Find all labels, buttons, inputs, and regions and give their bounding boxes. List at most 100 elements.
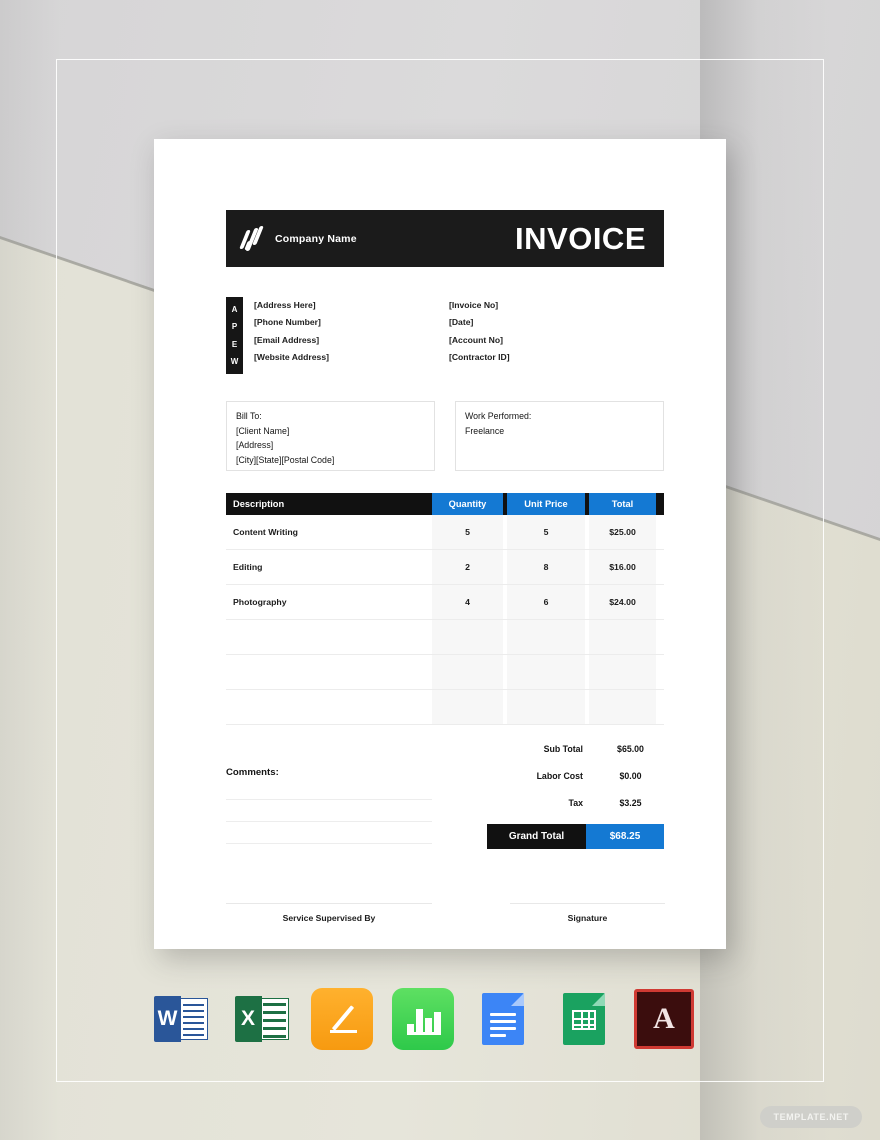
row-unit-price: 6 — [507, 585, 585, 620]
table-header-row: Description Quantity Unit Price Total — [226, 493, 664, 516]
row-description — [226, 690, 432, 724]
comments-line — [226, 821, 432, 823]
supervisor-signature-block: Service Supervised By — [226, 903, 432, 923]
row-quantity — [432, 620, 503, 655]
bill-to-heading: Bill To: — [236, 411, 262, 422]
row-total — [589, 620, 656, 655]
labor-cost-value: $0.00 — [619, 770, 642, 781]
contact-label-website: W — [230, 356, 239, 366]
contact-value-address: [Address Here] — [254, 300, 316, 310]
contact-value-website: [Website Address] — [254, 351, 329, 362]
signature-caption: Signature — [567, 913, 608, 924]
row-quantity: 4 — [432, 585, 503, 620]
grand-total-value: $68.25 — [586, 824, 664, 850]
column-header-total: Total — [589, 493, 656, 516]
subtotal-row: Sub Total $65.00 — [487, 735, 664, 762]
table-row: Photography 4 6 $24.00 — [226, 585, 664, 621]
work-performed-value: Freelance — [465, 425, 505, 436]
contact-label-address: A — [231, 305, 238, 314]
table-row: Editing 2 8 $16.00 — [226, 550, 664, 586]
contact-values: [Address Here] [Phone Number] [Email Add… — [254, 297, 329, 374]
table-row-empty — [226, 690, 664, 726]
contact-label-phone: P — [231, 322, 238, 332]
row-quantity — [432, 655, 503, 690]
apple-numbers-icon[interactable] — [391, 988, 454, 1050]
tax-value: $3.25 — [619, 797, 642, 808]
column-header-unit-price: Unit Price — [507, 493, 585, 516]
comments-label: Comments: — [226, 767, 279, 779]
bill-to-box: Bill To: [Client Name] [Address] [City][… — [226, 401, 435, 472]
row-description: Editing — [233, 562, 263, 573]
contact-label-email: E — [231, 339, 238, 349]
invoice-no: [Invoice No] — [448, 300, 499, 310]
row-total: $24.00 — [589, 585, 656, 620]
bar-chart-glyph — [406, 1005, 441, 1035]
work-performed-box: Work Performed: Freelance — [455, 401, 664, 472]
subtotal-value: $65.00 — [617, 743, 644, 754]
background-left-shading — [0, 0, 60, 1140]
microsoft-excel-icon[interactable]: X — [231, 988, 293, 1050]
company-name: Company Name — [275, 232, 357, 245]
contractor-id: [Contractor ID] — [448, 351, 510, 362]
diagonal-stripes-logo-icon — [239, 225, 266, 252]
row-total — [589, 655, 656, 690]
signature-row: Service Supervised By Signature — [226, 903, 665, 923]
column-header-quantity: Quantity — [432, 493, 503, 516]
tax-label: Tax — [568, 797, 583, 808]
invoice-meta-block: [Invoice No] [Date] [Account No] [Contra… — [449, 297, 510, 374]
contact-value-email: [Email Address] — [254, 334, 320, 345]
apple-pages-icon[interactable] — [311, 988, 373, 1050]
row-description: Photography — [233, 597, 287, 608]
invoice-content: Company Name INVOICE A P E W [Address He… — [226, 210, 665, 923]
subtotal-label: Sub Total — [543, 743, 583, 754]
row-unit-price: 8 — [507, 550, 585, 585]
signature-block: Signature — [510, 903, 665, 923]
row-unit-price — [507, 690, 585, 725]
google-sheets-icon[interactable] — [553, 988, 615, 1050]
invoice-title: INVOICE — [515, 221, 646, 256]
row-unit-price — [507, 620, 585, 655]
grand-total-label: Grand Total — [487, 824, 586, 850]
template-net-watermark: TEMPLATE.NET — [760, 1106, 862, 1128]
row-description — [226, 620, 432, 654]
row-quantity — [432, 690, 503, 725]
contact-and-meta-row: A P E W [Address Here] [Phone Number] [E… — [226, 297, 664, 375]
table-row: Content Writing 5 5 $25.00 — [226, 515, 664, 551]
adobe-pdf-icon[interactable]: A — [633, 988, 695, 1050]
pdf-letter: A — [653, 1002, 675, 1035]
file-format-icons: W X A — [150, 984, 695, 1054]
row-total: $25.00 — [589, 515, 656, 550]
google-docs-icon[interactable] — [472, 988, 534, 1050]
contact-value-phone: [Phone Number] — [254, 317, 321, 328]
comments-and-totals: Comments: Sub Total $65.00 Labor Cost $0… — [226, 735, 664, 850]
bill-to-client-name: [Client Name] — [236, 425, 290, 436]
line-items-table: Description Quantity Unit Price Total Co… — [226, 493, 664, 726]
pen-glyph — [328, 1003, 358, 1033]
word-letter: W — [154, 996, 181, 1042]
labor-cost-row: Labor Cost $0.00 — [487, 762, 664, 789]
address-boxes-row: Bill To: [Client Name] [Address] [City][… — [226, 401, 664, 472]
row-total: $16.00 — [589, 550, 656, 585]
microsoft-word-icon[interactable]: W — [150, 988, 212, 1050]
supervisor-caption: Service Supervised By — [282, 913, 376, 924]
tax-row: Tax $3.25 — [487, 789, 664, 816]
labor-cost-label: Labor Cost — [536, 770, 583, 781]
contact-block: A P E W [Address Here] [Phone Number] [E… — [226, 297, 329, 375]
comments-line — [226, 843, 432, 845]
row-description: Content Writing — [233, 527, 298, 538]
bill-to-address: [Address] — [236, 440, 274, 451]
table-row-empty — [226, 655, 664, 691]
work-performed-heading: Work Performed: — [465, 411, 532, 422]
table-row-empty — [226, 620, 664, 656]
contact-label-strip: A P E W — [226, 297, 243, 375]
row-quantity: 2 — [432, 550, 503, 585]
grand-total-row: Grand Total $68.25 — [487, 824, 664, 850]
invoice-date: [Date] — [448, 317, 474, 328]
row-unit-price — [507, 655, 585, 690]
row-quantity: 5 — [432, 515, 503, 550]
row-unit-price: 5 — [507, 515, 585, 550]
row-total — [589, 690, 656, 725]
invoice-document-page: Company Name INVOICE A P E W [Address He… — [154, 139, 726, 949]
totals-section: Sub Total $65.00 Labor Cost $0.00 Tax $3… — [487, 735, 664, 850]
comments-section: Comments: — [226, 735, 432, 849]
